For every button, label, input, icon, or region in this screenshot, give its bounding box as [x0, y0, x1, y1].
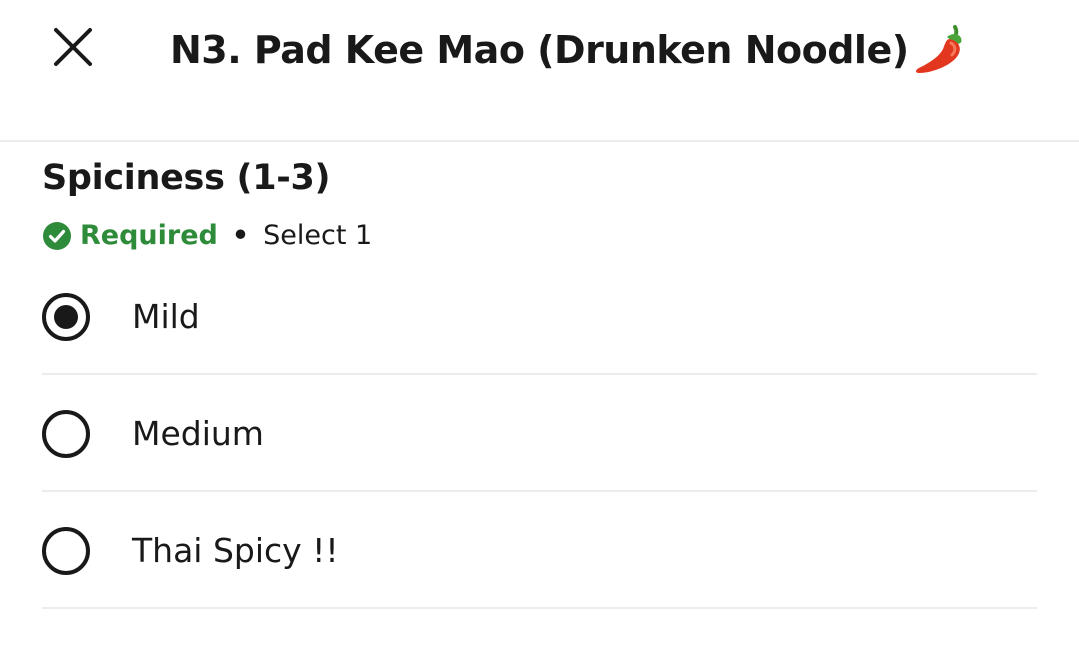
check-circle-icon: [42, 221, 72, 251]
chili-pepper-icon: [911, 21, 969, 77]
option-label: Thai Spicy !!: [132, 531, 339, 570]
separator-dot: •: [231, 220, 250, 251]
radio-button[interactable]: [42, 410, 90, 458]
close-icon[interactable]: [50, 24, 98, 72]
close-button[interactable]: [50, 24, 98, 72]
section-requirements: Required • Select 1: [42, 216, 372, 256]
option-mild[interactable]: Mild: [42, 258, 1037, 375]
required-badge: Required: [80, 220, 218, 251]
radio-button[interactable]: [42, 527, 90, 575]
option-thai-spicy[interactable]: Thai Spicy !!: [42, 492, 1037, 609]
option-list: Mild Medium Thai Spicy !!: [42, 258, 1037, 609]
item-title-text: N3. Pad Kee Mao (Drunken Noodle): [170, 28, 909, 72]
item-title: N3. Pad Kee Mao (Drunken Noodle): [170, 20, 1050, 80]
radio-button-selected[interactable]: [42, 293, 90, 341]
option-label: Medium: [132, 414, 264, 453]
modal-header: N3. Pad Kee Mao (Drunken Noodle): [0, 0, 1079, 142]
select-count: Select 1: [263, 220, 373, 251]
radio-selected-dot: [54, 305, 78, 329]
option-label: Mild: [132, 297, 200, 336]
section-title: Spiciness (1-3): [42, 158, 331, 198]
option-medium[interactable]: Medium: [42, 375, 1037, 492]
